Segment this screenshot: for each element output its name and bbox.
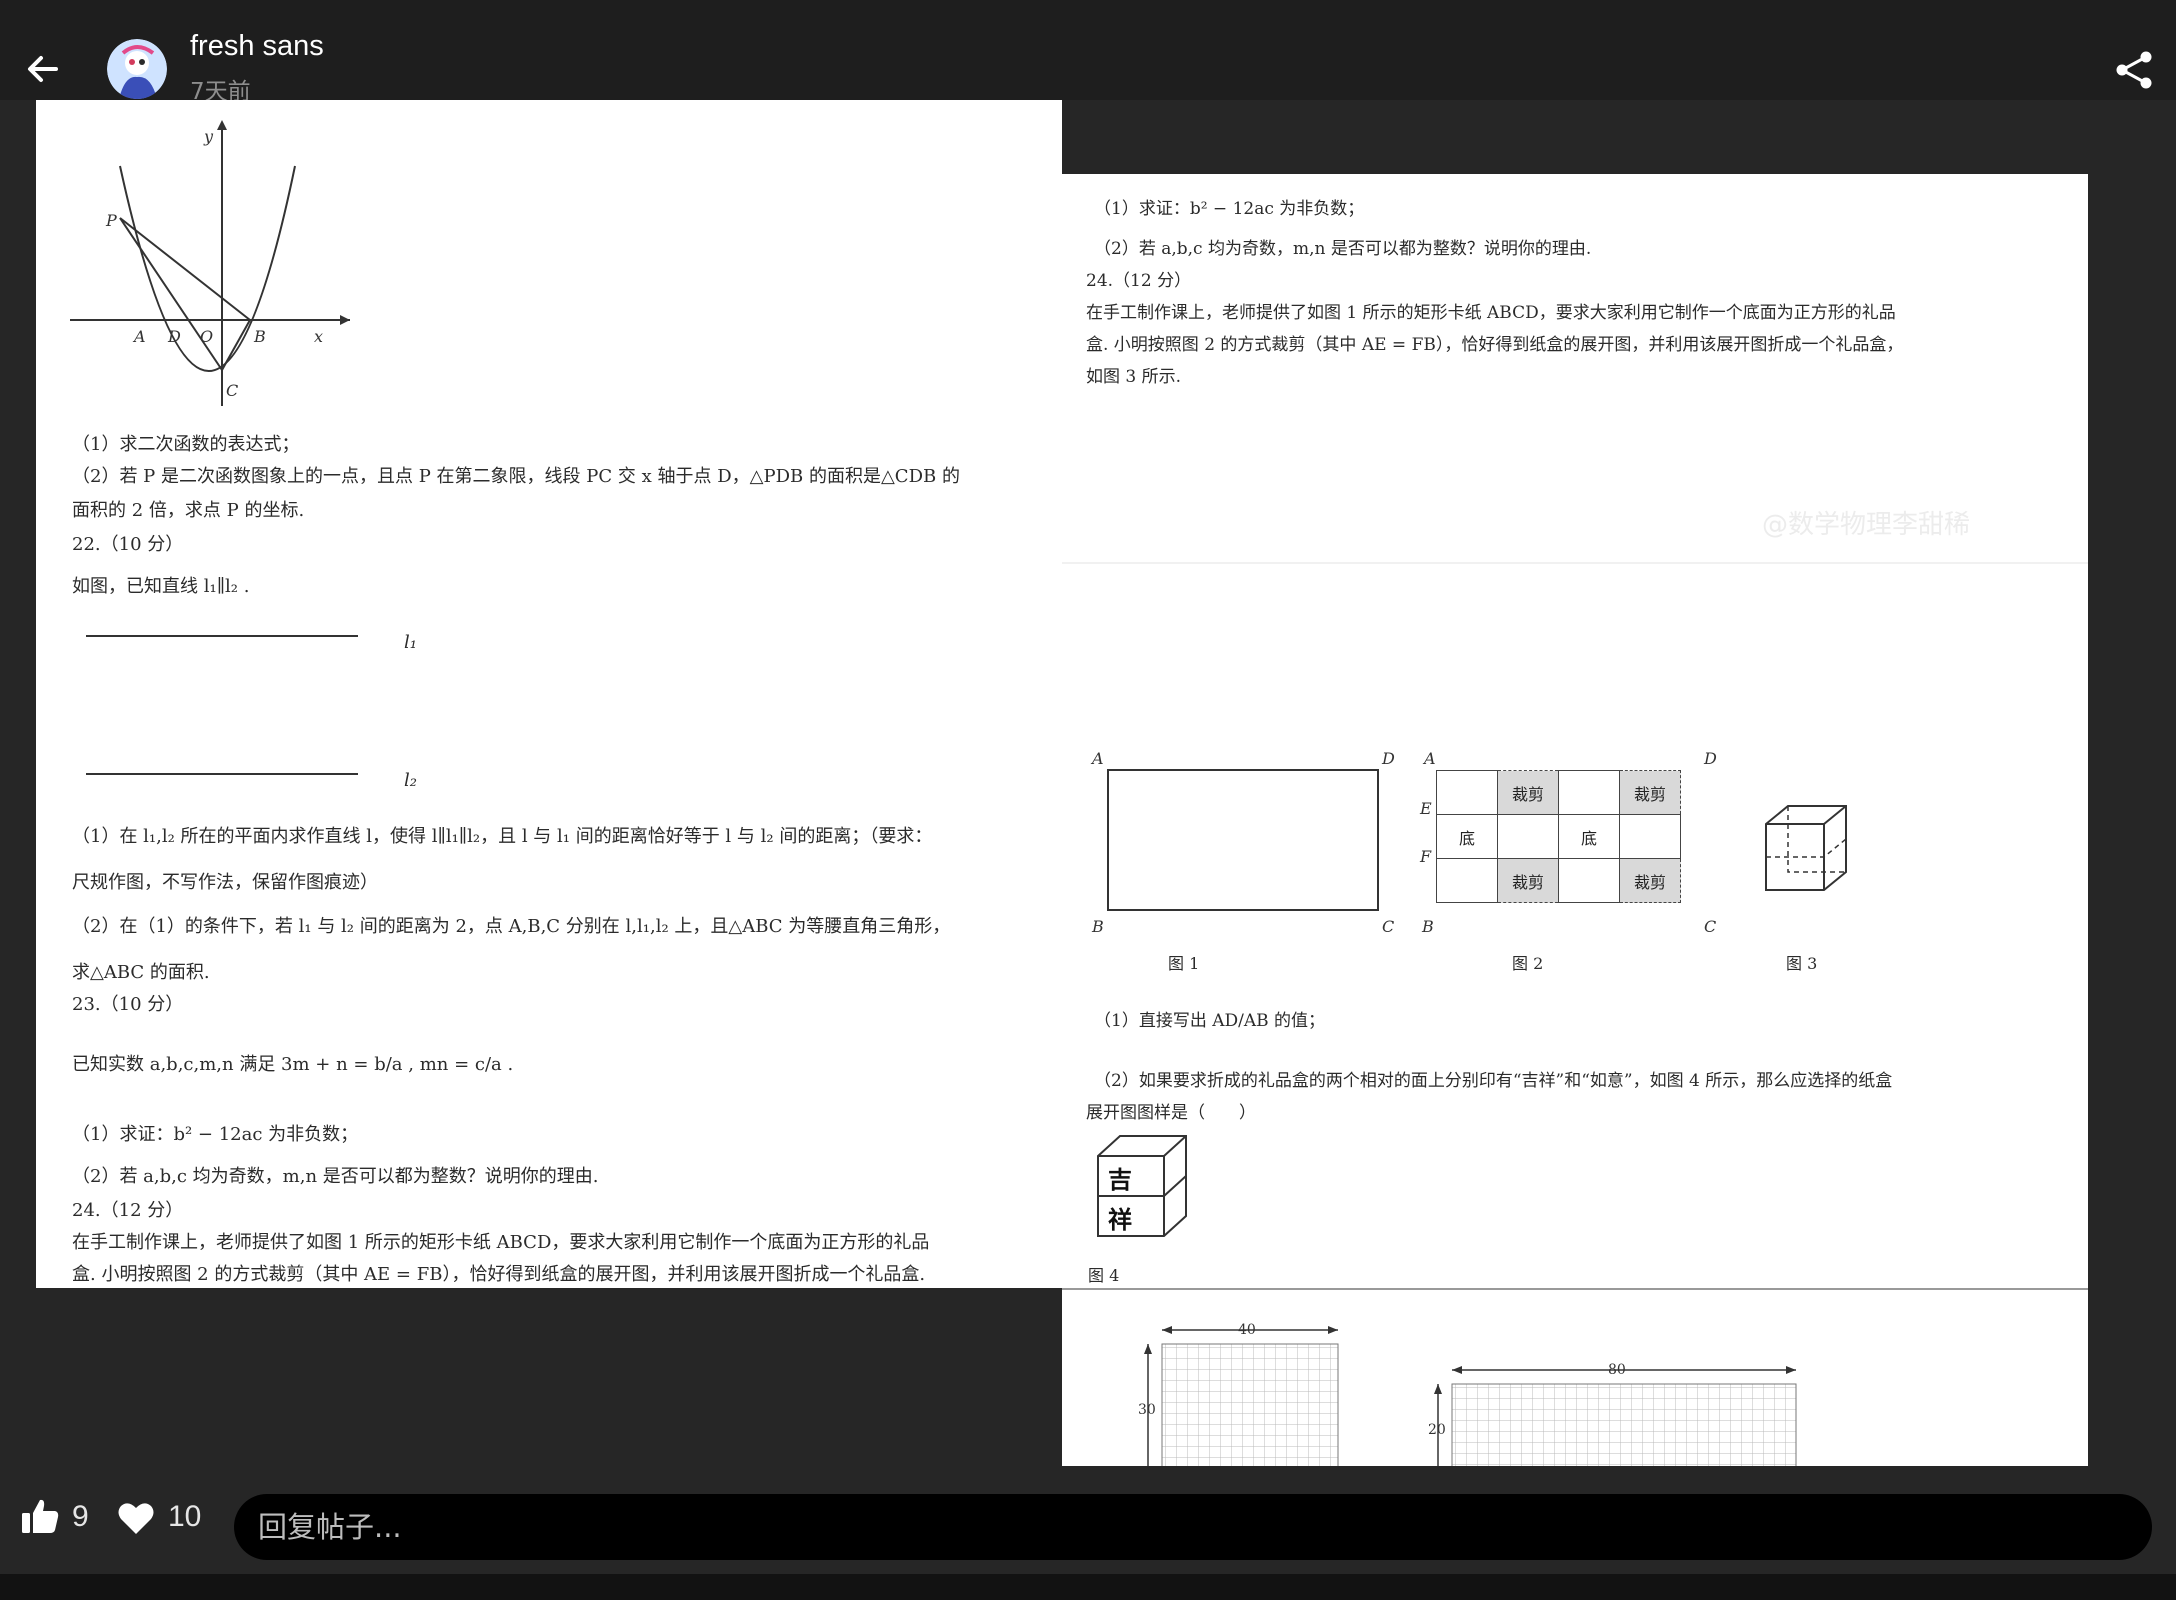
q24-part2-cont: 展开图图样是（ ） <box>1086 1103 1256 1123</box>
fig2-label: A <box>1422 749 1436 768</box>
fig2-label: E <box>1419 799 1432 818</box>
graph-label: y <box>203 127 214 146</box>
share-button[interactable] <box>2112 48 2156 92</box>
grid-figure-2: 80 20 <box>1428 1362 1797 1468</box>
fig2-label: C <box>1704 917 1716 936</box>
q24-text-cont: 盒. 小明按照图 2 的方式裁剪（其中 AE = FB），恰好得到纸盒的展开图，… <box>72 1264 926 1285</box>
fig2-label: B <box>1421 917 1434 936</box>
post-image-left[interactable]: y P A D O B x C （1）求二次函数的表达式； （2）若 P 是二次… <box>36 100 1062 1288</box>
fig4-char: 吉 <box>1108 1166 1132 1194</box>
q21-part2-cont: 面积的 2 倍，求点 P 的坐标. <box>72 500 305 521</box>
base-cell: 底 <box>1558 814 1620 859</box>
heart-count: 10 <box>168 1500 202 1533</box>
fig2-label: F <box>1419 847 1432 866</box>
like-button[interactable] <box>20 1496 60 1536</box>
graph-label: C <box>226 381 238 400</box>
q24-text-cont: 盒. 小明按照图 2 的方式裁剪（其中 AE = FB），恰好得到纸盒的展开图，… <box>1086 335 1904 355</box>
q23-intro: 已知实数 a,b,c,m,n 满足 3m + n = b/a , mn = c/… <box>72 1054 514 1075</box>
fig4-caption: 图 4 <box>1088 1266 1120 1285</box>
figure-3-box <box>1765 805 1847 891</box>
base-cell: 底 <box>1436 814 1498 859</box>
top-bar: fresh sans 7天前 <box>0 0 2176 105</box>
q23-part2: （2）若 a,b,c 均为奇数，m,n 是否可以都为整数？说明你的理由. <box>72 1166 599 1187</box>
cut-cell: 裁剪 <box>1619 858 1681 903</box>
q22-part2: （2）在（1）的条件下，若 l₁ 与 l₂ 间的距离为 2，点 A,B,C 分别… <box>72 916 951 937</box>
fig3-caption: 图 3 <box>1786 954 1818 973</box>
cut-cell: 裁剪 <box>1619 770 1681 815</box>
graph-label: D <box>167 327 181 346</box>
q23-part1: （1）求证：b² − 12ac 为非负数； <box>1094 199 1365 219</box>
line-label-l2: l₂ <box>404 770 417 791</box>
grid-dimension: 30 <box>1138 1402 1156 1418</box>
back-button[interactable] <box>18 44 68 94</box>
grid-dimension: 80 <box>1608 1362 1626 1378</box>
parallel-lines <box>86 635 358 775</box>
bottom-bar: 9 10 <box>0 1466 2176 1574</box>
thumbs-up-icon <box>22 1499 59 1533</box>
favorite-button[interactable] <box>116 1498 156 1538</box>
figure-1-rectangle: A D B C <box>1090 749 1395 936</box>
system-nav-strip <box>0 1574 2176 1600</box>
q24-part1: （1）直接写出 AD/AB 的值； <box>1094 1011 1326 1031</box>
q22-title: 22.（10 分） <box>72 534 184 555</box>
line-label-l1: l₁ <box>404 632 417 653</box>
image-divider <box>1062 562 2088 564</box>
heart-icon <box>118 1503 154 1534</box>
q21-part2: （2）若 P 是二次函数图象上的一点，且点 P 在第二象限，线段 PC 交 x … <box>72 466 960 487</box>
graph-label: x <box>314 327 323 346</box>
avatar[interactable] <box>107 39 167 99</box>
grid-dimension: 40 <box>1238 1322 1256 1338</box>
q23-part1: （1）求证：b² − 12ac 为非负数； <box>72 1124 359 1145</box>
q24-text-end: 如图 3 所示. <box>1086 367 1182 387</box>
fig1-caption: 图 1 <box>1168 954 1200 973</box>
image-divider <box>1062 1288 2088 1290</box>
graph-label: O <box>200 327 213 346</box>
reply-input[interactable] <box>234 1494 2152 1560</box>
graph-label: A <box>132 327 146 346</box>
figure-4-gift-box: 吉 祥 <box>1097 1135 1187 1237</box>
parabola-graph: y P A D O B x C <box>70 120 350 406</box>
q24-title: 24.（12 分） <box>72 1200 184 1221</box>
q22-part2-cont: 求△ABC 的面积. <box>72 962 210 983</box>
q24-part2: （2）如果要求折成的礼品盒的两个相对的面上分别印有“吉祥”和“如意”，如图 4 … <box>1094 1071 1893 1091</box>
fig2-label: D <box>1703 749 1717 768</box>
fig2-caption: 图 2 <box>1512 954 1544 973</box>
fig1-label: D <box>1381 749 1395 768</box>
q24-text: 在手工制作课上，老师提供了如图 1 所示的矩形卡纸 ABCD，要求大家利用它制作… <box>1086 303 1896 323</box>
arrow-left-icon <box>28 56 58 82</box>
q22-part1-cont: 尺规作图，不写作法，保留作图痕迹） <box>72 872 378 893</box>
q24-title: 24.（12 分） <box>1086 271 1192 291</box>
q22-intro: 如图，已知直线 l₁∥l₂ . <box>72 576 250 597</box>
watermark: @数学物理李甜稀 <box>1762 510 1971 540</box>
cut-cell: 裁剪 <box>1497 858 1559 903</box>
q23-title: 23.（10 分） <box>72 994 184 1015</box>
graph-label: P <box>105 211 117 230</box>
author-name[interactable]: fresh sans <box>190 30 324 63</box>
cut-cell: 裁剪 <box>1497 770 1559 815</box>
share-icon <box>2116 51 2152 89</box>
q24-text: 在手工制作课上，老师提供了如图 1 所示的矩形卡纸 ABCD，要求大家利用它制作… <box>72 1232 930 1253</box>
figure-2-net: 裁剪 裁剪 底 底 裁剪 裁剪 <box>1436 770 1681 903</box>
q21-part1: （1）求二次函数的表达式； <box>72 434 300 455</box>
fig1-label: B <box>1091 917 1104 936</box>
fig1-label: A <box>1090 749 1104 768</box>
fig1-label: C <box>1382 917 1394 936</box>
like-count: 9 <box>72 1500 89 1533</box>
fig4-char: 祥 <box>1108 1206 1132 1234</box>
graph-label: B <box>253 327 266 346</box>
post-image-right[interactable]: （1）求证：b² − 12ac 为非负数； （2）若 a,b,c 均为奇数，m,… <box>1062 174 2088 1468</box>
q23-part2: （2）若 a,b,c 均为奇数，m,n 是否可以都为整数？说明你的理由. <box>1094 239 1592 259</box>
q22-part1: （1）在 l₁,l₂ 所在的平面内求作直线 l，使得 l∥l₁∥l₂，且 l 与… <box>72 826 933 847</box>
grid-dimension: 20 <box>1428 1422 1446 1438</box>
grid-figure-1: 40 30 <box>1138 1322 1339 1468</box>
